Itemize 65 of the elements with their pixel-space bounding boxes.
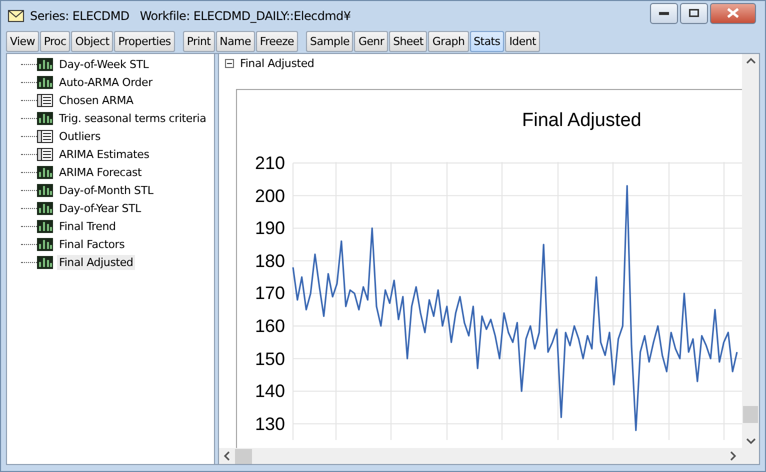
scroll-left-icon[interactable] [223,451,231,461]
scrollbar-thumb[interactable] [743,406,758,423]
section-label: Final Adjusted [240,56,314,70]
tree-item[interactable]: Final Trend [57,218,118,234]
axis-label: 190 [255,218,286,238]
toolbar-button[interactable]: Sheet [389,31,428,52]
axis-label: 180 [255,250,286,271]
axis-label: 210 [255,153,286,173]
toolbar-button[interactable]: Ident [505,31,540,52]
toolbar-button[interactable]: Print [182,31,215,52]
tree-item[interactable]: ARIMA Estimates [57,146,152,162]
tree-item[interactable]: Day-of-Week STL [57,56,151,72]
tree-item[interactable]: Outliers [57,128,102,144]
toolbar-button[interactable]: Properties [114,31,175,52]
tree-item[interactable]: Final Factors [57,236,127,252]
toolbar-button[interactable]: Name [216,31,255,52]
tree-item[interactable]: Final Adjusted [57,254,136,270]
bar-chart-icon [37,58,53,70]
bar-chart-icon [37,220,53,232]
tree-item[interactable]: Trig. seasonal terms criteria [57,110,208,126]
toolbar-button[interactable]: Sample [306,31,354,52]
axis-label: 200 [255,186,286,206]
bar-chart-icon [37,76,53,88]
toolbar-button[interactable]: Stats [470,31,504,52]
toolbar-button[interactable]: Object [71,31,114,52]
toolbar-button[interactable]: Graph [428,31,469,52]
tree-item[interactable]: Day-of-Month STL [57,182,156,198]
axis-label: 170 [255,283,286,304]
minimize-button[interactable] [650,2,678,24]
scroll-right-icon[interactable] [729,451,737,461]
collapse-icon[interactable] [225,58,234,68]
bar-chart-icon [37,184,53,196]
scroll-up-icon[interactable] [746,57,756,65]
axis-label: 130 [255,414,286,434]
bar-chart-icon [37,202,53,214]
close-icon [727,8,739,18]
envelope-icon [8,10,24,22]
toolbar-button[interactable]: Proc [40,31,70,52]
bar-chart-icon [37,166,53,178]
tree-item[interactable]: ARIMA Forecast [57,164,144,180]
close-button[interactable] [710,2,756,24]
scrollbar-thumb[interactable] [235,448,252,464]
table-icon [37,130,53,142]
axis-label: 150 [255,348,286,369]
toolbar-button[interactable]: View [6,31,39,52]
tree-item[interactable]: Chosen ARMA [57,92,136,108]
tree-item[interactable]: Day-of-Year STL [57,200,143,216]
tree-item[interactable]: Auto-ARMA Order [57,74,154,90]
maximize-icon [689,9,699,17]
bar-chart-icon [37,112,53,124]
maximize-button[interactable] [680,2,708,24]
table-icon [37,148,53,160]
axis-label: 140 [255,381,286,402]
bar-chart-icon [37,238,53,250]
scroll-down-icon[interactable] [746,437,756,445]
toolbar-button[interactable]: Genr [354,31,388,52]
minimize-icon [659,12,669,14]
chart-title: Final Adjusted [522,110,642,132]
bar-chart-icon [37,256,53,268]
window-title: Series: ELECDMD Workfile: ELECDMD_DAILY::Elecdmd¥ [30,9,352,23]
horizontal-scrollbar[interactable] [219,448,759,464]
vertical-scrollbar[interactable] [742,54,759,448]
toolbar-button[interactable]: Freeze [256,31,298,52]
axis-label: 160 [255,316,286,336]
table-icon [37,94,53,106]
